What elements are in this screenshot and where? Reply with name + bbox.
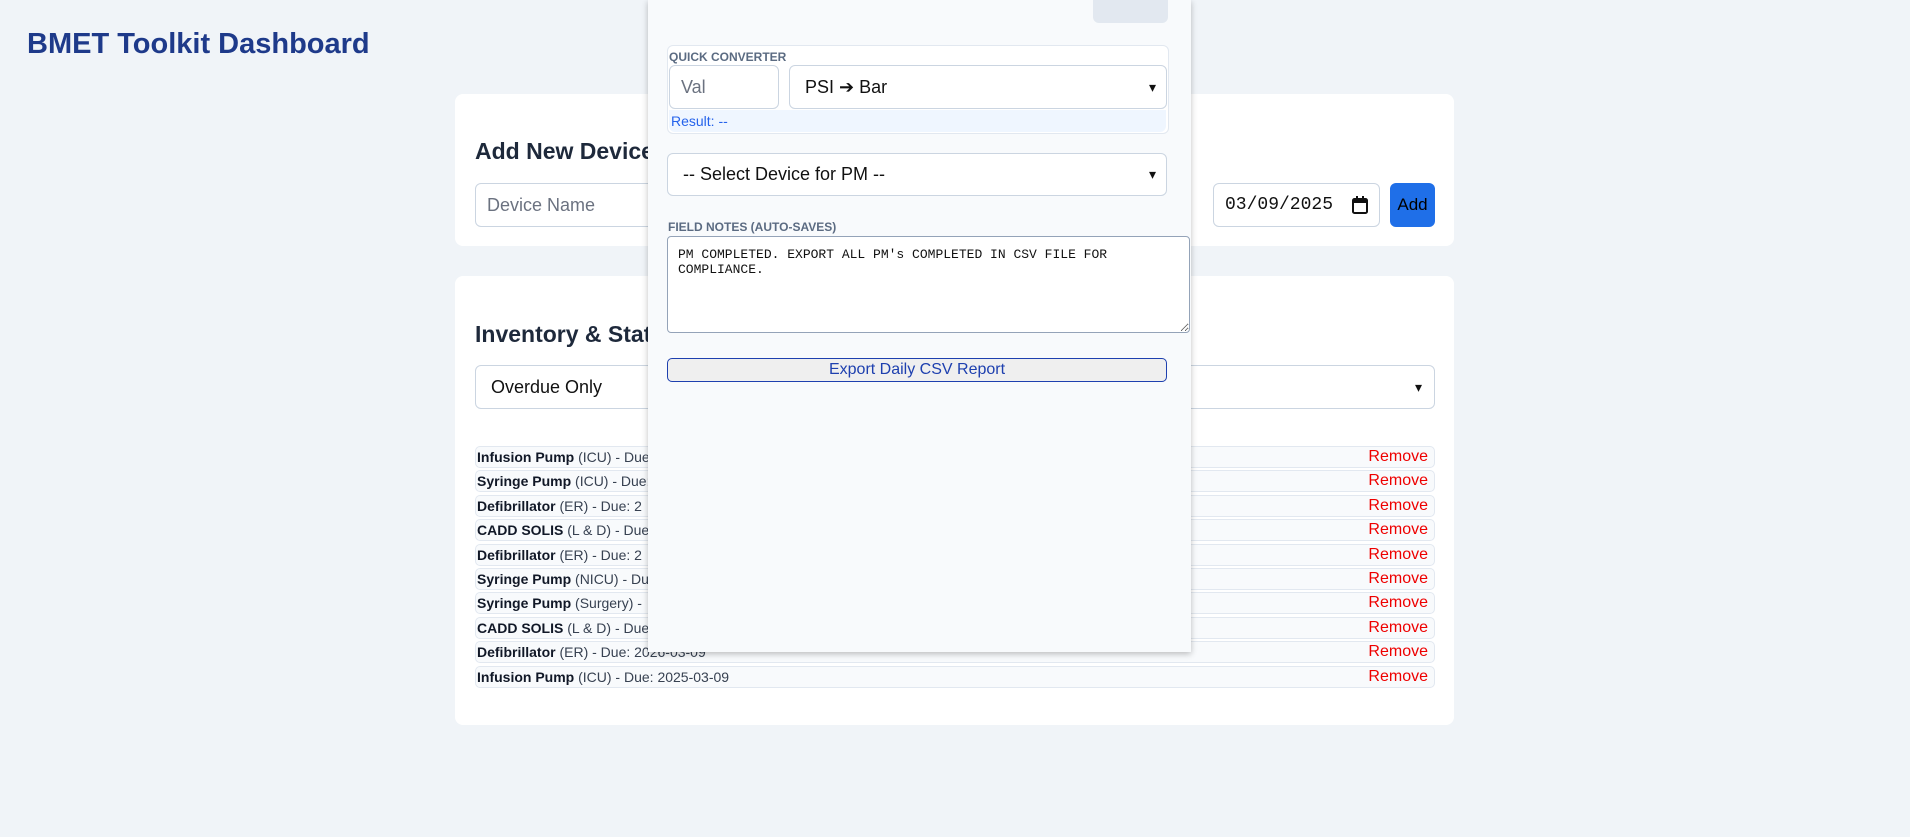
- row-text: Syringe Pump (NICU) - Due:: [477, 571, 661, 587]
- device-name: CADD SOLIS: [477, 522, 564, 539]
- row-text: Infusion Pump (ICU) - Due: 2025-03-09: [477, 669, 729, 685]
- device-detail: (ER) - Due: 2: [555, 497, 642, 514]
- row-text: Syringe Pump (Surgery) -: [477, 595, 642, 611]
- remove-button[interactable]: Remove: [1368, 448, 1428, 466]
- chevron-down-icon: ▾: [1414, 378, 1422, 395]
- remove-button[interactable]: Remove: [1368, 497, 1428, 515]
- calendar-icon[interactable]: [1352, 196, 1368, 214]
- converter-label: QUICK CONVERTER: [669, 50, 787, 64]
- remove-button[interactable]: Remove: [1368, 570, 1428, 588]
- device-name: Infusion Pump: [477, 449, 575, 465]
- device-name: Defibrillator: [477, 546, 556, 563]
- status-filter-value: Overdue Only: [491, 376, 603, 397]
- row-text: CADD SOLIS (L & D) - Due:: [477, 620, 653, 636]
- remove-button[interactable]: Remove: [1368, 668, 1428, 686]
- chevron-down-icon: ▾: [1148, 166, 1156, 182]
- inventory-row: Infusion Pump (ICU) - Due: 2025-03-09 Rem…: [475, 665, 1435, 688]
- row-text: CADD SOLIS (L & D) - Due:: [477, 522, 653, 538]
- remove-button[interactable]: Remove: [1368, 619, 1428, 637]
- panel-toggle-button[interactable]: [1093, 0, 1168, 23]
- device-name: Syringe Pump: [477, 570, 572, 587]
- row-text: Infusion Pump (ICU) - Due:: [477, 449, 654, 465]
- device-name: Syringe Pump: [477, 595, 572, 612]
- converter-result: Result: --: [669, 110, 1166, 132]
- due-date-value: 03/09/2025: [1225, 195, 1334, 215]
- remove-button[interactable]: Remove: [1368, 521, 1428, 539]
- field-notes-textarea[interactable]: PM COMPLETED. EXPORT ALL PM's COMPLETED …: [667, 236, 1190, 333]
- row-text: Syringe Pump (ICU) - Due:: [477, 473, 650, 489]
- remove-button[interactable]: Remove: [1368, 472, 1428, 490]
- device-detail: (ER) - Due: 2: [555, 546, 642, 563]
- device-detail: (L & D) - Due:: [563, 522, 654, 539]
- row-text: Defibrillator (ER) - Due: 2: [477, 498, 642, 514]
- remove-button[interactable]: Remove: [1368, 594, 1428, 612]
- pm-device-select-value: -- Select Device for PM --: [683, 164, 886, 184]
- device-name: Infusion Pump: [477, 668, 575, 685]
- device-detail: (ICU) - Due:: [574, 449, 654, 465]
- device-name: Defibrillator: [477, 644, 556, 661]
- converter-value-input[interactable]: [669, 65, 779, 109]
- add-device-button[interactable]: Add: [1390, 183, 1435, 227]
- row-text: Defibrillator (ER) - Due: 2: [477, 547, 642, 563]
- device-name: CADD SOLIS: [477, 619, 564, 636]
- device-detail: (Surgery) -: [571, 595, 642, 612]
- due-date-input[interactable]: 03/09/2025: [1213, 183, 1380, 227]
- pm-device-select[interactable]: -- Select Device for PM -- ▾: [667, 153, 1167, 196]
- remove-button[interactable]: Remove: [1368, 643, 1428, 661]
- remove-button[interactable]: Remove: [1368, 546, 1428, 564]
- device-detail: (L & D) - Due:: [563, 619, 654, 636]
- add-device-heading: Add New Device: [475, 138, 654, 164]
- device-name: Defibrillator: [477, 497, 556, 514]
- tools-panel: QUICK CONVERTER PSI ➔ Bar ▾ Result: -- -…: [648, 0, 1191, 652]
- field-notes-label: FIELD NOTES (AUTO-SAVES): [668, 220, 837, 234]
- device-name: Syringe Pump: [477, 473, 572, 490]
- page-title: BMET Toolkit Dashboard: [27, 28, 370, 60]
- conversion-unit-value: PSI ➔ Bar: [805, 76, 888, 97]
- conversion-unit-select[interactable]: PSI ➔ Bar ▾: [789, 65, 1167, 109]
- quick-converter: QUICK CONVERTER PSI ➔ Bar ▾ Result: --: [667, 45, 1169, 134]
- device-detail: (ICU) - Due:: [571, 473, 651, 490]
- chevron-down-icon: ▾: [1148, 78, 1156, 95]
- device-detail: (ICU) - Due: 2025-03-09: [574, 668, 730, 685]
- export-csv-button[interactable]: Export Daily CSV Report: [667, 358, 1167, 382]
